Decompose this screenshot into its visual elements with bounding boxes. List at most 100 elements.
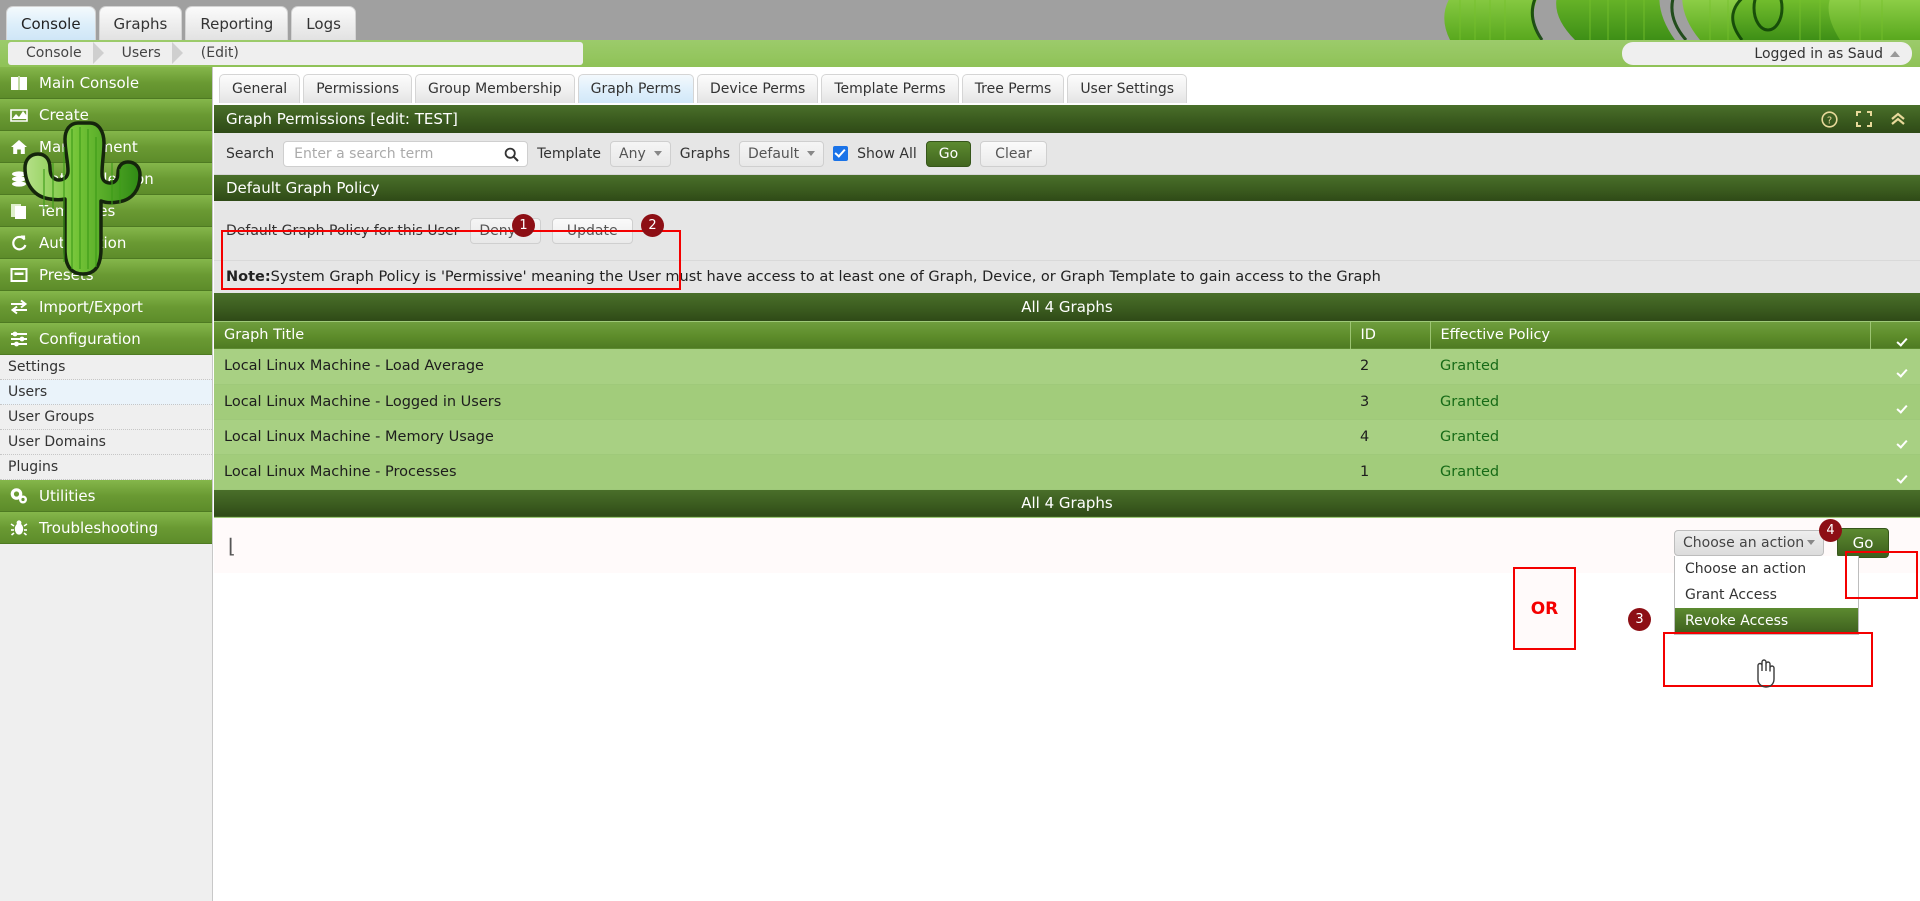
column-id[interactable]: ID — [1350, 321, 1431, 349]
main-content: General Permissions Group Membership Gra… — [214, 67, 1920, 901]
tab-device-perms[interactable]: Device Perms — [697, 74, 819, 103]
user-edit-tab-strip: General Permissions Group Membership Gra… — [214, 67, 1920, 105]
template-select-value: Any — [619, 145, 646, 162]
cell-effective-policy: Granted — [1430, 454, 1870, 490]
cell-effective-policy: Granted — [1430, 349, 1870, 385]
tab-graph-perms[interactable]: Graph Perms — [577, 74, 695, 103]
chevron-down-icon — [653, 151, 662, 156]
tab-user-settings[interactable]: User Settings — [1067, 74, 1188, 103]
table-row[interactable]: Local Linux Machine - Memory Usage 4 Gra… — [214, 419, 1920, 455]
default-graph-policy-header: Default Graph Policy — [214, 175, 1920, 201]
user-status-menu[interactable]: Logged in as Saud — [1622, 42, 1912, 65]
cell-select — [1870, 384, 1920, 420]
top-tab-console[interactable]: Console — [6, 6, 96, 40]
show-all-label: Show All — [857, 145, 917, 162]
graphs-select[interactable]: Default — [739, 140, 825, 167]
table-row[interactable]: Local Linux Machine - Load Average 2 Gra… — [214, 349, 1920, 385]
policy-note: Note: System Graph Policy is 'Permissive… — [214, 261, 1920, 293]
help-icon[interactable]: ? — [1821, 110, 1838, 128]
panel-header-icons: ? — [1821, 105, 1906, 133]
sidebar-item-user-groups[interactable]: User Groups — [0, 405, 212, 430]
note-prefix: Note: — [226, 269, 271, 285]
breadcrumb-item-console[interactable]: Console — [8, 42, 104, 65]
action-select[interactable]: Choose an action — [1674, 529, 1824, 556]
book-icon — [10, 74, 28, 92]
cell-select — [1870, 349, 1920, 385]
sidebar-label: Configuration — [39, 329, 141, 348]
action-select-options: Choose an action Grant Access Revoke Acc… — [1674, 555, 1859, 635]
cell-effective-policy: Granted — [1430, 419, 1870, 455]
action-option-revoke-access[interactable]: Revoke Access — [1675, 607, 1858, 634]
cell-graph-title: Local Linux Machine - Logged in Users — [214, 384, 1350, 420]
column-graph-title[interactable]: Graph Title — [214, 321, 1351, 349]
template-select[interactable]: Any — [610, 140, 671, 167]
top-tab-graphs[interactable]: Graphs — [98, 6, 183, 40]
sidebar-label: Import/Export — [39, 297, 143, 316]
sidebar: Main Console Create Management Data Coll… — [0, 67, 213, 901]
panel-title-bar: Graph Permissions [edit: TEST] ? — [214, 105, 1920, 133]
sidebar-item-troubleshooting[interactable]: Troubleshooting — [0, 512, 212, 544]
sidebar-item-main-console[interactable]: Main Console — [0, 67, 212, 99]
table-row[interactable]: Local Linux Machine - Logged in Users 3 … — [214, 384, 1920, 420]
tab-template-perms[interactable]: Template Perms — [821, 74, 959, 103]
show-all-checkbox[interactable] — [833, 146, 849, 161]
cactus-logo — [20, 107, 150, 297]
filter-clear-button[interactable]: Clear — [980, 140, 1047, 167]
top-tab-reporting[interactable]: Reporting — [185, 6, 289, 40]
sidebar-item-user-domains[interactable]: User Domains — [0, 430, 212, 455]
collapse-icon[interactable] — [1890, 111, 1906, 127]
default-policy-select[interactable]: Deny — [470, 217, 541, 244]
chevron-down-icon — [1807, 540, 1815, 545]
annotation-or-label: OR — [1513, 567, 1576, 650]
corner-arrow-icon: ⌊ — [228, 533, 236, 558]
breadcrumb-item-users[interactable]: Users — [104, 42, 184, 65]
update-button[interactable]: Update — [551, 217, 633, 244]
tab-permissions[interactable]: Permissions — [303, 74, 412, 103]
primary-tab-strip: Console Graphs Reporting Logs — [6, 6, 356, 40]
svg-text:?: ? — [1827, 115, 1832, 126]
tab-group-membership[interactable]: Group Membership — [415, 74, 575, 103]
cell-graph-title: Local Linux Machine - Memory Usage — [214, 419, 1350, 455]
search-icon[interactable] — [504, 147, 519, 162]
graphs-label: Graphs — [679, 145, 730, 162]
action-option-choose[interactable]: Choose an action — [1675, 556, 1858, 582]
search-label: Search — [226, 145, 275, 162]
cell-graph-title: Local Linux Machine - Processes — [214, 454, 1350, 490]
sidebar-item-users[interactable]: Users — [0, 380, 212, 405]
cell-select — [1870, 454, 1920, 490]
table-row[interactable]: Local Linux Machine - Processes 1 Grante… — [214, 454, 1920, 490]
sidebar-item-utilities[interactable]: Utilities — [0, 480, 212, 512]
cell-id: 3 — [1350, 384, 1430, 420]
bulk-action-bar: ⌊ Choose an action Go Choose an action G… — [214, 517, 1920, 635]
action-go-button[interactable]: Go — [1837, 527, 1889, 558]
sidebar-item-plugins[interactable]: Plugins — [0, 455, 212, 480]
note-text: System Graph Policy is 'Permissive' mean… — [270, 269, 1381, 285]
top-bar: Console Graphs Reporting Logs — [0, 0, 1920, 40]
column-effective-policy[interactable]: Effective Policy — [1430, 321, 1871, 349]
filter-go-button[interactable]: Go — [925, 140, 972, 167]
tab-general[interactable]: General — [219, 74, 301, 103]
graphs-select-value: Default — [748, 145, 800, 162]
cell-id: 1 — [1350, 454, 1430, 490]
default-graph-policy-row: Default Graph Policy for this User Deny … — [214, 201, 1920, 261]
gears-icon — [10, 487, 28, 505]
top-tab-logs[interactable]: Logs — [291, 6, 356, 40]
action-option-grant-access[interactable]: Grant Access — [1675, 582, 1858, 608]
template-label: Template — [537, 145, 601, 162]
sidebar-item-configuration[interactable]: Configuration — [0, 323, 212, 355]
exchange-icon — [10, 298, 28, 316]
user-status-label: Logged in as Saud — [1754, 45, 1883, 62]
cell-select — [1870, 419, 1920, 455]
breadcrumb-item-edit[interactable]: (Edit) — [183, 42, 261, 65]
sidebar-item-settings[interactable]: Settings — [0, 355, 212, 380]
table-caption-bottom: All 4 Graphs — [214, 489, 1920, 518]
fullscreen-icon[interactable] — [1856, 111, 1872, 127]
chevron-up-icon — [1890, 50, 1900, 57]
page-title: Graph Permissions [edit: TEST] — [226, 110, 458, 128]
cactus-banner-image — [1420, 0, 1920, 40]
default-policy-value: Deny — [479, 222, 516, 239]
table-caption-top: All 4 Graphs — [214, 293, 1920, 322]
chevron-down-icon — [523, 228, 532, 233]
search-input[interactable] — [292, 144, 493, 163]
tab-tree-perms[interactable]: Tree Perms — [961, 74, 1065, 103]
